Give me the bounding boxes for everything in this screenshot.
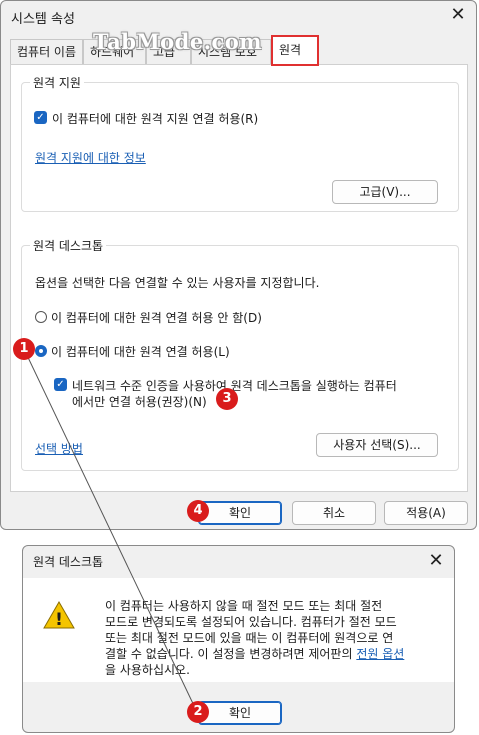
remote-desktop-instruction: 옵션을 선택한 다음 연결할 수 있는 사용자를 지정합니다. [35, 276, 320, 290]
advanced-button[interactable]: 고급(V)... [332, 180, 438, 204]
title-bar: 시스템 속성 ✕ [1, 1, 476, 31]
power-options-link[interactable]: 전원 옵션 [356, 647, 404, 661]
dialog-message-line-1: 이 컴퓨터는 사용하지 않을 때 절전 모드 또는 최대 절전 [105, 599, 383, 613]
select-users-button[interactable]: 사용자 선택(S)... [316, 433, 438, 457]
dialog-message-tail: 을 사용하십시오. [105, 663, 190, 677]
allow-remote-radio[interactable] [35, 345, 47, 357]
remote-tab-panel: 원격 지원 ✓ 이 컴퓨터에 대한 원격 지원 연결 허용(R) 원격 지원에 … [10, 64, 468, 492]
cancel-button[interactable]: 취소 [292, 501, 376, 525]
dialog-close-icon[interactable]: ✕ [426, 550, 446, 572]
dialog-message: 이 컴퓨터는 사용하지 않을 때 절전 모드 또는 최대 절전 모드로 변경되도… [105, 598, 405, 678]
ok-button[interactable]: 확인 [198, 501, 282, 525]
remote-desktop-legend: 원격 데스크톱 [30, 237, 107, 254]
dialog-title: 원격 데스크톱 [33, 555, 104, 569]
annotation-badge-1: 1 [13, 338, 35, 360]
deny-remote-label: 이 컴퓨터에 대한 원격 연결 허용 안 함(D) [51, 311, 262, 325]
remote-desktop-warning-dialog: 원격 데스크톱 ✕ ! 이 컴퓨터는 사용하지 않을 때 절전 모드 또는 최대… [22, 545, 455, 733]
annotation-badge-2: 2 [187, 701, 209, 723]
window-title: 시스템 속성 [11, 12, 75, 27]
nla-checkbox[interactable]: ✓ [54, 378, 67, 391]
dialog-message-line-4-text: 결할 수 없습니다. 이 설정을 변경하려면 제어판의 [105, 647, 357, 661]
tab-computer-name[interactable]: 컴퓨터 이름 [10, 39, 83, 65]
allow-remote-assistance-label: 이 컴퓨터에 대한 원격 지원 연결 허용(R) [52, 112, 259, 126]
close-icon[interactable]: ✕ [448, 4, 468, 26]
dialog-ok-button[interactable]: 확인 [198, 701, 282, 725]
apply-button[interactable]: 적용(A) [384, 501, 468, 525]
tab-remote[interactable]: 원격 [271, 35, 319, 66]
watermark-logo: TabMode.com [93, 29, 263, 54]
annotation-badge-3: 3 [216, 388, 238, 410]
remote-assistance-group: 원격 지원 ✓ 이 컴퓨터에 대한 원격 지원 연결 허용(R) 원격 지원에 … [21, 74, 459, 212]
annotation-badge-4: 4 [187, 500, 209, 522]
remote-assistance-info-link[interactable]: 원격 지원에 대한 정보 [35, 149, 146, 166]
nla-label-line2: 에서만 연결 허용(권장)(N) [72, 395, 207, 409]
dialog-message-line-2: 모드로 변경되도록 설정되어 있습니다. 컴퓨터가 절전 모드 [105, 615, 397, 629]
warning-glyph: ! [55, 610, 63, 630]
allow-remote-assistance-checkbox[interactable]: ✓ [34, 111, 47, 124]
dialog-message-line-4: 결할 수 없습니다. 이 설정을 변경하려면 제어판의 전원 옵션을 사용하십시… [105, 646, 405, 678]
system-properties-window: 시스템 속성 ✕ TabMode.com 컴퓨터 이름 하드웨어 고급 시스템 … [0, 0, 477, 530]
remote-desktop-group: 원격 데스크톱 옵션을 선택한 다음 연결할 수 있는 사용자를 지정합니다. … [21, 237, 459, 471]
dialog-message-line-3: 또는 최대 절전 모드에 있을 때는 이 컴퓨터에 원격으로 연 [105, 631, 394, 645]
allow-remote-label: 이 컴퓨터에 대한 원격 연결 허용(L) [51, 345, 230, 359]
warning-icon: ! [43, 600, 75, 630]
deny-remote-radio[interactable] [35, 311, 47, 323]
remote-assistance-legend: 원격 지원 [30, 74, 84, 91]
how-to-choose-link[interactable]: 선택 방법 [35, 440, 83, 457]
